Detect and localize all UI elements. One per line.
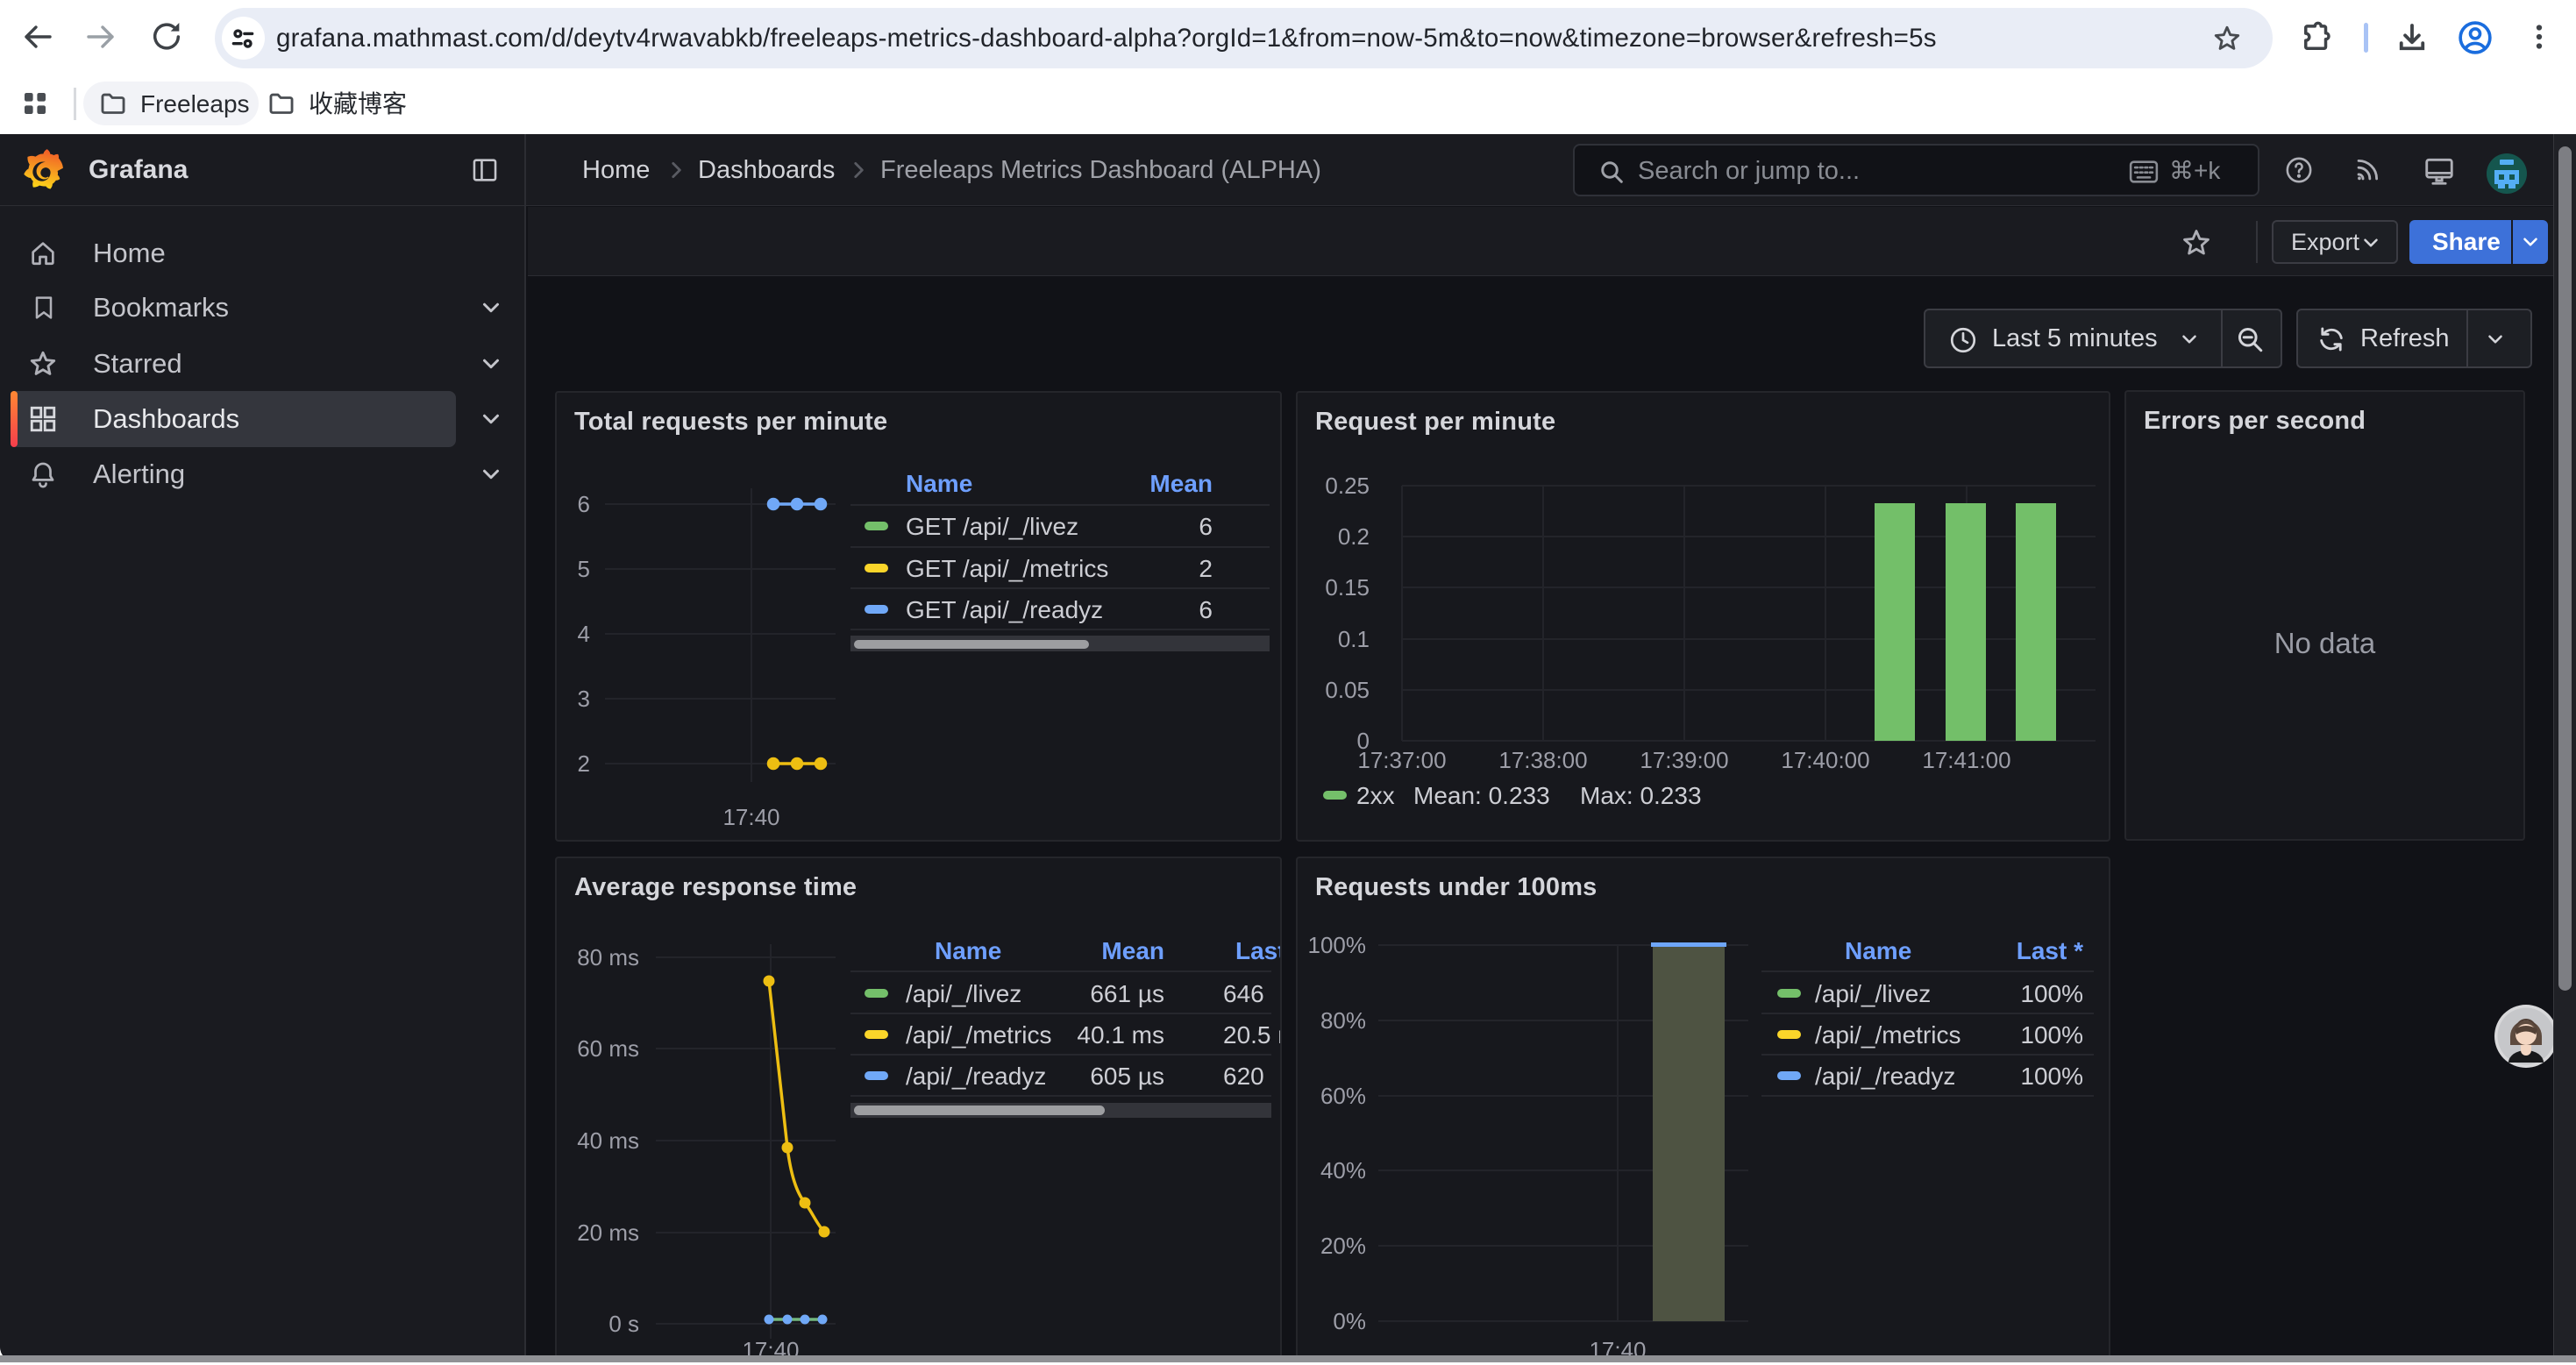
svg-text:0%: 0% <box>1333 1308 1366 1334</box>
svg-text:17:39:00: 17:39:00 <box>1640 747 1728 773</box>
svg-text:/api/_/readyz: /api/_/readyz <box>1815 1063 1955 1090</box>
svg-text:17:40:00: 17:40:00 <box>1781 747 1869 773</box>
svg-text:/api/_/metrics: /api/_/metrics <box>1815 1021 1961 1049</box>
svg-text:100%: 100% <box>2020 980 2083 1007</box>
svg-text:60 ms: 60 ms <box>577 1035 639 1062</box>
svg-text:Mean: 0.233: Mean: 0.233 <box>1413 782 1550 809</box>
svg-text:17:38:00: 17:38:00 <box>1498 747 1587 773</box>
svg-text:605 µs: 605 µs <box>1090 1063 1164 1090</box>
svg-text:0.25: 0.25 <box>1325 473 1370 499</box>
svg-text:17:41:00: 17:41:00 <box>1922 747 2010 773</box>
svg-text:GET /api/_/livez: GET /api/_/livez <box>906 513 1078 540</box>
svg-text:100%: 100% <box>2020 1063 2083 1090</box>
svg-text:Last *: Last * <box>1235 937 1280 964</box>
svg-text:0 s: 0 s <box>608 1311 639 1337</box>
svg-text:646: 646 <box>1223 980 1264 1007</box>
svg-text:20%: 20% <box>1320 1233 1366 1259</box>
svg-text:40 ms: 40 ms <box>577 1127 639 1154</box>
svg-text:/api/_/readyz: /api/_/readyz <box>906 1063 1046 1090</box>
svg-text:6: 6 <box>1199 596 1213 623</box>
svg-text:GET /api/_/readyz: GET /api/_/readyz <box>906 596 1103 623</box>
svg-text:620: 620 <box>1223 1063 1264 1090</box>
svg-text:2xx: 2xx <box>1356 782 1395 809</box>
svg-text:40%: 40% <box>1320 1157 1366 1184</box>
svg-text:Name: Name <box>1845 937 1911 964</box>
svg-text:/api/_/livez: /api/_/livez <box>906 980 1021 1007</box>
svg-text:Mean: Mean <box>1101 937 1164 964</box>
svg-text:60%: 60% <box>1320 1083 1366 1109</box>
svg-text:0.15: 0.15 <box>1325 574 1370 601</box>
svg-text:661 µs: 661 µs <box>1090 980 1164 1007</box>
svg-text:20.5 m: 20.5 m <box>1223 1021 1280 1049</box>
svg-text:Name: Name <box>935 937 1001 964</box>
svg-text:Name: Name <box>906 470 972 497</box>
svg-text:40.1 ms: 40.1 ms <box>1077 1021 1164 1049</box>
svg-text:80%: 80% <box>1320 1007 1366 1034</box>
svg-text:Max: 0.233: Max: 0.233 <box>1580 782 1702 809</box>
svg-text:0.2: 0.2 <box>1338 523 1370 550</box>
svg-text:GET /api/_/metrics: GET /api/_/metrics <box>906 555 1108 582</box>
svg-text:0.05: 0.05 <box>1325 677 1370 703</box>
svg-text:Mean: Mean <box>1149 470 1213 497</box>
svg-text:3: 3 <box>578 686 590 712</box>
svg-text:100%: 100% <box>1308 932 1367 958</box>
svg-text:17:37:00: 17:37:00 <box>1357 747 1446 773</box>
svg-text:/api/_/metrics: /api/_/metrics <box>906 1021 1052 1049</box>
svg-text:Last *: Last * <box>2017 937 2083 964</box>
svg-text:0.1: 0.1 <box>1338 626 1370 652</box>
svg-text:80 ms: 80 ms <box>577 944 639 970</box>
svg-text:4: 4 <box>578 621 590 647</box>
svg-text:100%: 100% <box>2020 1021 2083 1049</box>
svg-text:6: 6 <box>1199 513 1213 540</box>
svg-text:/api/_/livez: /api/_/livez <box>1815 980 1931 1007</box>
svg-text:5: 5 <box>578 556 590 582</box>
svg-text:2: 2 <box>578 750 590 777</box>
svg-text:6: 6 <box>578 491 590 517</box>
svg-text:20 ms: 20 ms <box>577 1219 639 1246</box>
svg-text:2: 2 <box>1199 555 1213 582</box>
svg-text:17:40: 17:40 <box>722 804 779 830</box>
